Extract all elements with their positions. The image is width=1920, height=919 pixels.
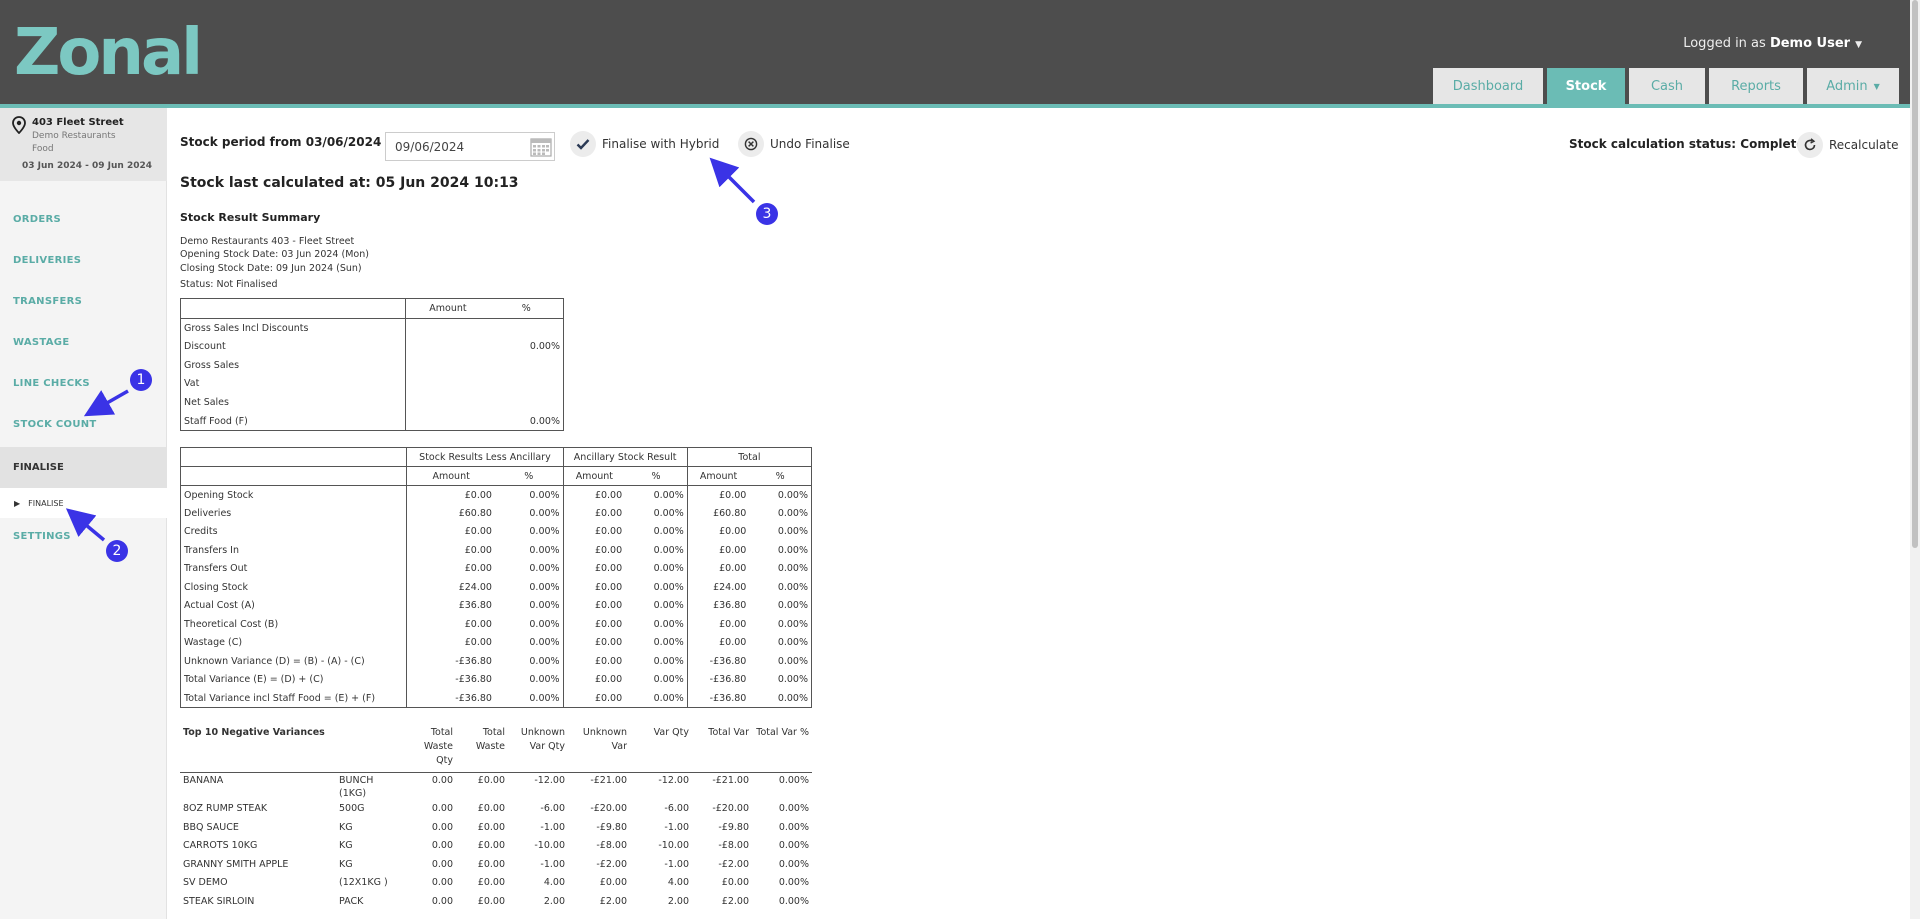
annotation-arrows (65, 157, 756, 542)
annotation-badge-2: 2 (106, 540, 128, 562)
annotation-badge-1: 1 (130, 369, 152, 391)
scrollbar-thumb[interactable] (1912, 0, 1918, 548)
annotation-badge-3: 3 (756, 203, 778, 225)
vertical-scrollbar[interactable] (1910, 0, 1920, 919)
